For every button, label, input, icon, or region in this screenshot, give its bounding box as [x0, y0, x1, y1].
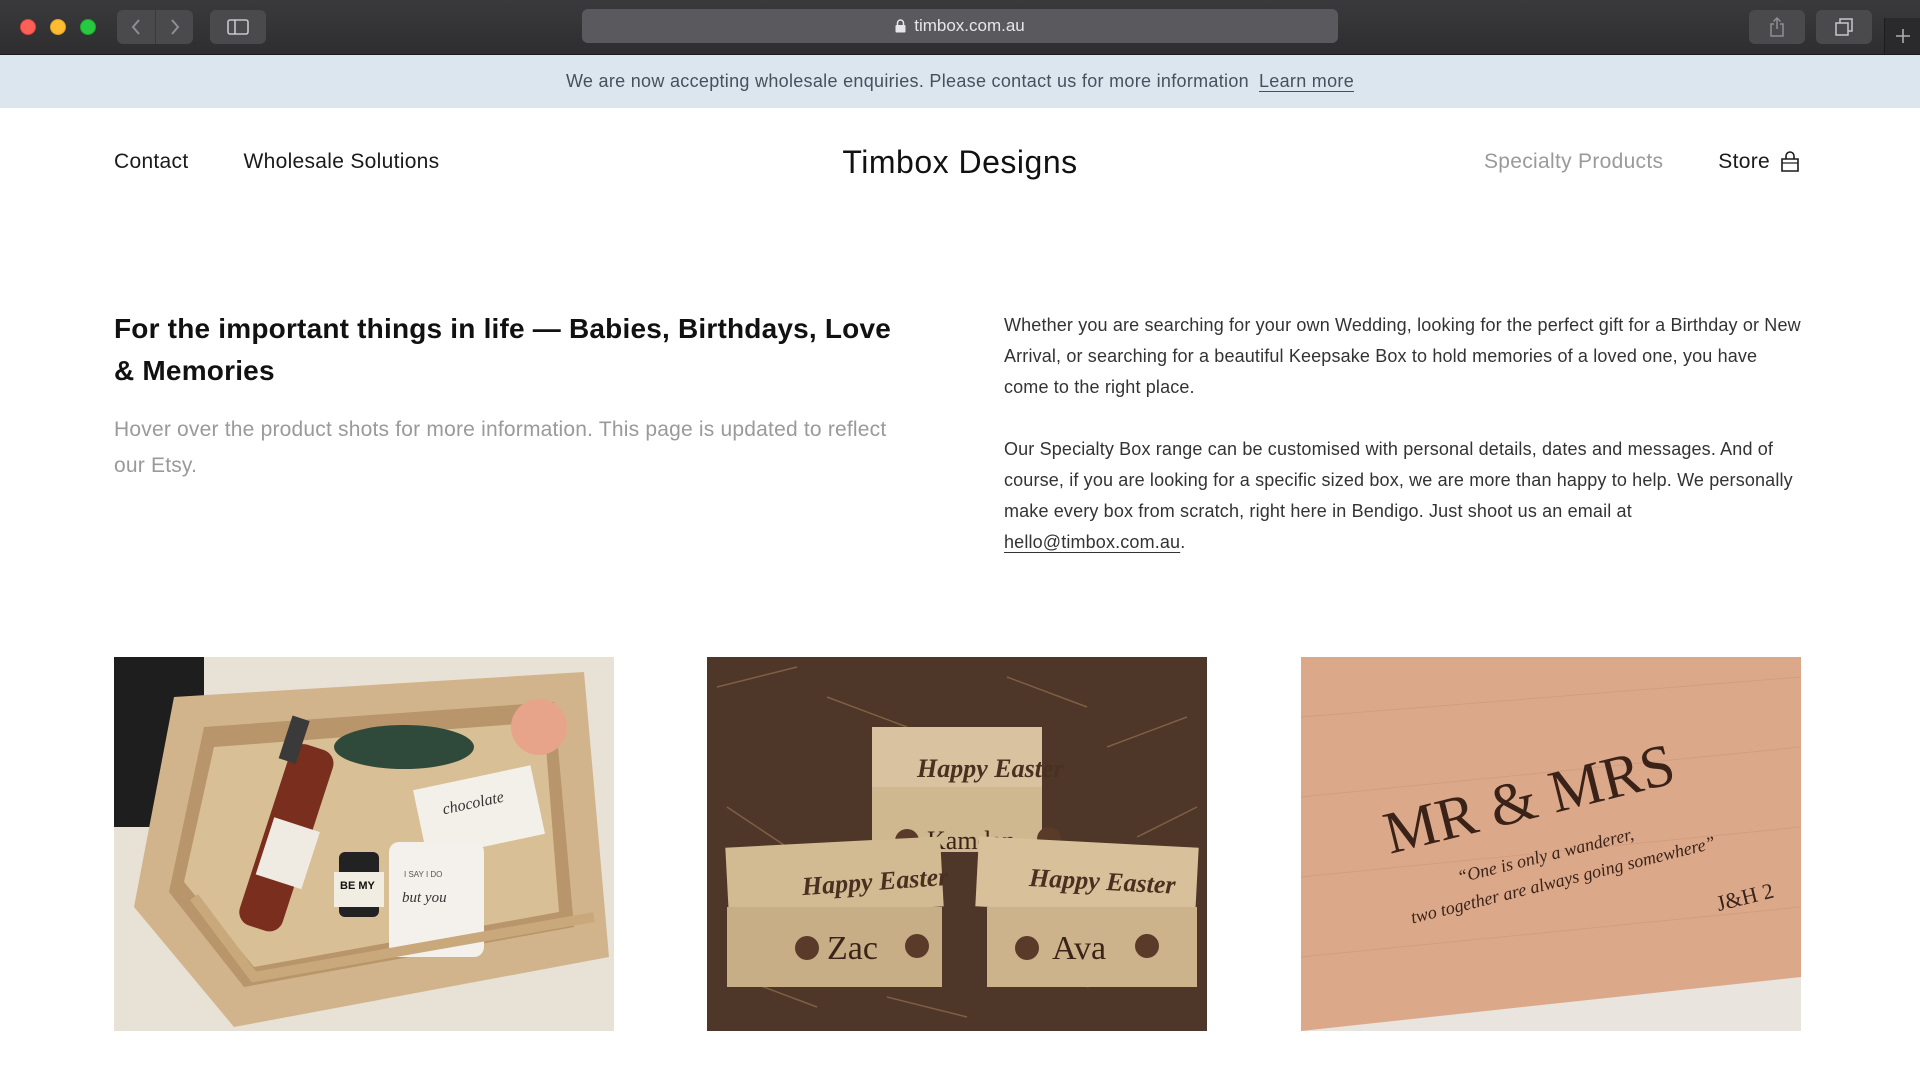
- i-say-i-do-label: I SAY I DO: [404, 870, 442, 879]
- sidebar-icon: [227, 19, 249, 35]
- show-tabs-button[interactable]: [1816, 10, 1872, 44]
- tabs-icon: [1835, 18, 1853, 36]
- share-icon: [1770, 17, 1784, 37]
- announcement-bar: We are now accepting wholesale enquiries…: [0, 55, 1920, 108]
- share-button[interactable]: [1749, 10, 1805, 44]
- product-image-gift-box[interactable]: chocolate BE MY I SAY I DO but you: [114, 657, 614, 1031]
- intro-paragraph-1: Whether you are searching for your own W…: [1004, 315, 1801, 397]
- close-window-button[interactable]: [20, 19, 36, 35]
- name-ava: Ava: [1052, 930, 1106, 967]
- sidebar-toggle-button[interactable]: [210, 10, 266, 44]
- maximize-window-button[interactable]: [80, 19, 96, 35]
- mr-mrs-box-illustration: MR & MRS “One is only a wanderer, two to…: [1301, 657, 1801, 1031]
- name-zac: Zac: [827, 930, 878, 967]
- easter-crates-illustration: Happy Easter Kamden Happy Easter Zac Hap…: [707, 657, 1207, 1031]
- history-nav: [117, 10, 193, 44]
- lock-icon: [895, 19, 906, 33]
- product-image-mr-mrs-box[interactable]: MR & MRS “One is only a wanderer, two to…: [1301, 657, 1801, 1031]
- minimize-window-button[interactable]: [50, 19, 66, 35]
- be-my-label: BE MY: [340, 880, 376, 892]
- address-bar[interactable]: timbox.com.au: [582, 9, 1338, 43]
- chevron-right-icon: [170, 19, 179, 35]
- shopping-bag-icon: [1781, 151, 1799, 172]
- intro-paragraph-2-text: Our Specialty Box range can be customise…: [1004, 439, 1793, 521]
- announcement-text: We are now accepting wholesale enquiries…: [565, 71, 1249, 91]
- intro-heading: For the important things in life — Babie…: [114, 313, 892, 386]
- chevron-left-icon: [131, 19, 140, 35]
- forward-button[interactable]: [155, 10, 193, 44]
- plus-icon: [1895, 29, 1910, 43]
- easter-label-top: Happy Easter: [916, 754, 1064, 783]
- new-tab-button[interactable]: [1884, 18, 1920, 54]
- gift-box-illustration: chocolate BE MY I SAY I DO but you: [114, 657, 614, 1031]
- nav-store[interactable]: Store: [1718, 150, 1800, 174]
- intro-left: For the important things in life — Babie…: [114, 308, 914, 484]
- back-button[interactable]: [117, 10, 155, 44]
- learn-more-link[interactable]: Learn more: [1259, 71, 1354, 92]
- but-you-label: but you: [402, 890, 447, 906]
- site-header: Contact Wholesale Solutions Timbox Desig…: [0, 108, 1920, 218]
- intro-paragraph-2: Our Specialty Box range can be customise…: [1004, 434, 1804, 558]
- browser-toolbar: timbox.com.au: [0, 0, 1920, 55]
- store-label: Store: [1718, 150, 1770, 173]
- intro-paragraph-2-end: .: [1180, 532, 1186, 552]
- email-link[interactable]: hello@timbox.com.au: [1004, 532, 1180, 552]
- secondary-nav: Specialty Products Store: [1484, 150, 1800, 174]
- intro-subheading: Hover over the product shots for more in…: [114, 418, 887, 477]
- address-url: timbox.com.au: [914, 16, 1025, 35]
- site-title[interactable]: Timbox Designs: [842, 144, 1077, 181]
- intro-right: Whether you are searching for your own W…: [1004, 310, 1804, 558]
- nav-specialty-products[interactable]: Specialty Products: [1484, 150, 1663, 174]
- product-image-easter-crates[interactable]: Happy Easter Kamden Happy Easter Zac Hap…: [707, 657, 1207, 1031]
